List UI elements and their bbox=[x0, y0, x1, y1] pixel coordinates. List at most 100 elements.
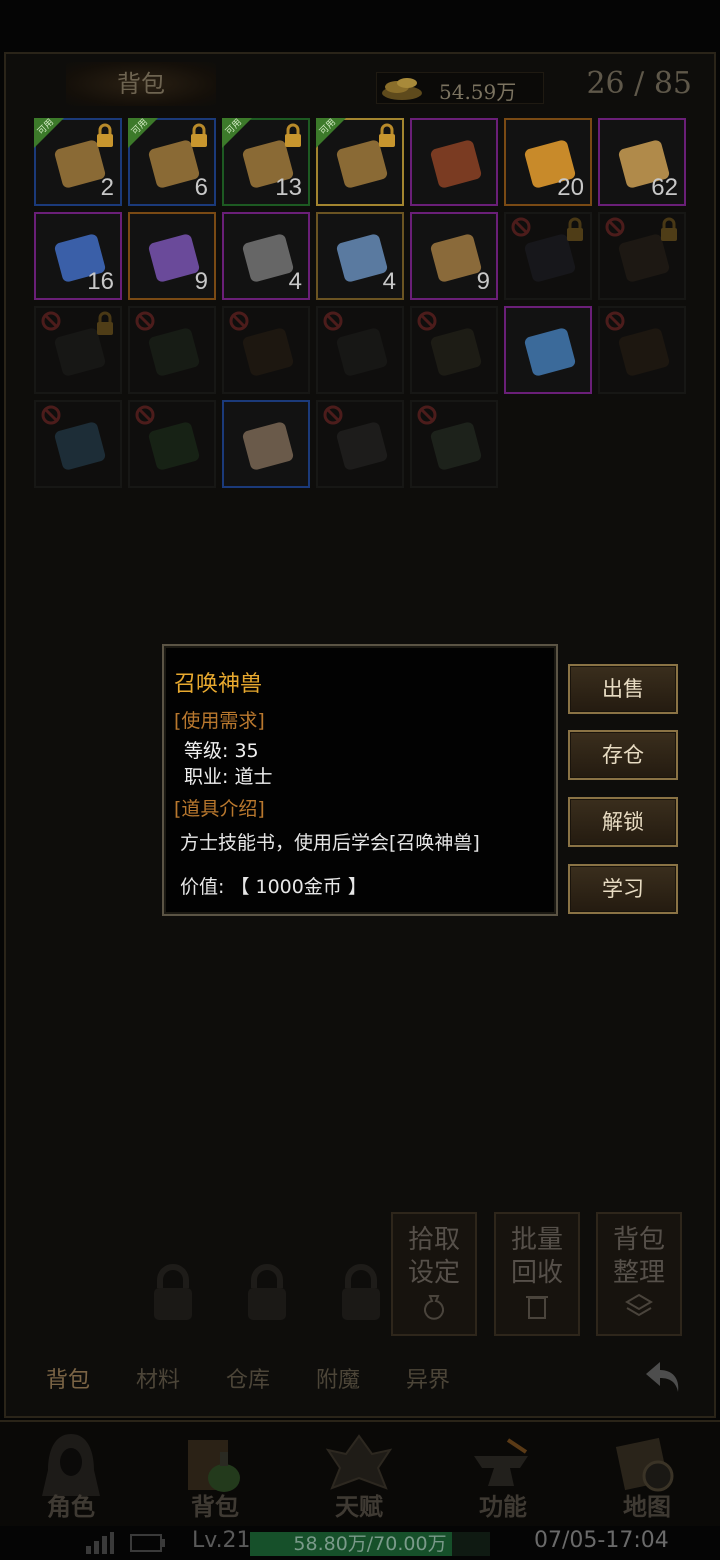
battery-icon bbox=[130, 1534, 165, 1552]
item-count: 20 bbox=[557, 174, 584, 201]
back-arrow-icon[interactable] bbox=[640, 1354, 688, 1402]
signal-icon bbox=[86, 1532, 114, 1554]
item-icon bbox=[430, 140, 482, 188]
inventory-slot[interactable]: 20 bbox=[504, 118, 592, 206]
inventory-slot[interactable] bbox=[34, 400, 122, 488]
sort-bag-label: 背包整理 bbox=[613, 1225, 666, 1288]
nav-map-label: 地图 bbox=[623, 1492, 671, 1521]
nav-bag-label: 背包 bbox=[191, 1492, 239, 1521]
nav-talent[interactable]: 天赋 bbox=[294, 1422, 424, 1526]
forbidden-icon bbox=[323, 405, 343, 425]
item-count: 4 bbox=[382, 268, 396, 295]
inventory-slot[interactable] bbox=[504, 212, 592, 300]
inventory-slot[interactable] bbox=[410, 118, 498, 206]
lock-icon bbox=[285, 123, 301, 147]
inventory-slot[interactable] bbox=[598, 212, 686, 300]
nav-bag[interactable]: 背包 bbox=[150, 1422, 280, 1526]
pickup-settings-button[interactable]: 拾取设定 bbox=[391, 1212, 477, 1336]
inventory-slot[interactable] bbox=[316, 400, 404, 488]
exp-text: 58.80万/70.00万 bbox=[293, 1533, 447, 1555]
subtab-materials[interactable]: 材料 bbox=[136, 1362, 180, 1394]
inventory-slot[interactable] bbox=[222, 306, 310, 394]
inventory-tab-title[interactable]: 背包 bbox=[66, 62, 216, 106]
usable-tag-icon: 可用 bbox=[128, 118, 158, 148]
item-tooltip: 召唤神兽 [使用需求] 等级: 35 职业: 道士 [道具介绍] 方士技能书，使… bbox=[162, 644, 558, 916]
lock-icon bbox=[97, 123, 113, 147]
forbidden-icon bbox=[135, 311, 155, 331]
usable-tag-icon: 可用 bbox=[222, 118, 252, 148]
gold-counter: 54.59万 bbox=[376, 72, 544, 104]
inventory-slot[interactable]: 可用 bbox=[316, 118, 404, 206]
gold-amount: 54.59万 bbox=[439, 80, 517, 104]
nav-character-label: 角色 bbox=[47, 1492, 95, 1521]
inventory-slot[interactable]: 可用 13 bbox=[222, 118, 310, 206]
nav-character[interactable]: 角色 bbox=[6, 1422, 136, 1526]
forbidden-icon bbox=[229, 311, 249, 331]
item-value: 价值: 【 1000金币 】 bbox=[180, 876, 367, 898]
nav-talent-label: 天赋 bbox=[335, 1492, 383, 1521]
inventory-slot[interactable]: 9 bbox=[128, 212, 216, 300]
item-count: 16 bbox=[87, 268, 114, 295]
trash-icon bbox=[526, 1296, 548, 1319]
lock-icon bbox=[97, 311, 113, 335]
item-name: 召唤神兽 bbox=[174, 672, 263, 697]
bag-icon bbox=[424, 1295, 444, 1320]
player-level: Lv.21 bbox=[192, 1528, 251, 1553]
status-bar: Lv.21 58.80万/70.00万 07/05-17:04 bbox=[0, 1526, 720, 1560]
lock-icon bbox=[661, 217, 677, 241]
requirement-job: 职业: 道士 bbox=[184, 766, 273, 788]
exp-bar: 58.80万/70.00万 bbox=[250, 1532, 490, 1556]
locked-slot-icon[interactable] bbox=[148, 1262, 198, 1324]
batch-recycle-button[interactable]: 批量回收 bbox=[494, 1212, 580, 1336]
inventory-slot[interactable] bbox=[128, 306, 216, 394]
inventory-slot[interactable] bbox=[316, 306, 404, 394]
inventory-slot[interactable] bbox=[34, 306, 122, 394]
subtab-bag[interactable]: 背包 bbox=[46, 1362, 90, 1394]
requirement-header: [使用需求] bbox=[174, 710, 265, 732]
learn-button[interactable]: 学习 bbox=[568, 864, 678, 914]
inventory-slot[interactable]: 4 bbox=[316, 212, 404, 300]
inventory-slot[interactable] bbox=[598, 306, 686, 394]
item-count: 13 bbox=[275, 174, 302, 201]
locked-slot-icon[interactable] bbox=[336, 1262, 386, 1324]
inventory-slot[interactable] bbox=[128, 400, 216, 488]
item-count: 2 bbox=[100, 174, 114, 201]
gold-coins-icon bbox=[382, 78, 422, 100]
subtab-otherworld[interactable]: 异界 bbox=[406, 1362, 450, 1394]
usable-tag-icon: 可用 bbox=[34, 118, 64, 148]
requirement-level: 等级: 35 bbox=[184, 740, 259, 762]
store-button[interactable]: 存仓 bbox=[568, 730, 678, 780]
forbidden-icon bbox=[323, 311, 343, 331]
inventory-slot[interactable]: 62 bbox=[598, 118, 686, 206]
nav-function-label: 功能 bbox=[479, 1492, 527, 1521]
locked-slot-icon[interactable] bbox=[242, 1262, 292, 1324]
inventory-slot[interactable] bbox=[410, 400, 498, 488]
inventory-slot[interactable] bbox=[410, 306, 498, 394]
subtab-enchant[interactable]: 附魔 bbox=[316, 1362, 360, 1394]
forbidden-icon bbox=[511, 217, 531, 237]
inventory-slot[interactable]: 9 bbox=[410, 212, 498, 300]
item-description: 方士技能书，使用后学会[召唤神兽] bbox=[180, 832, 480, 854]
intro-header: [道具介绍] bbox=[174, 798, 265, 820]
lock-icon bbox=[567, 217, 583, 241]
batch-recycle-label: 批量回收 bbox=[511, 1225, 564, 1288]
forbidden-icon bbox=[41, 405, 61, 425]
sell-button[interactable]: 出售 bbox=[568, 664, 678, 714]
inventory-slot[interactable]: 可用 2 bbox=[34, 118, 122, 206]
clock: 07/05-17:04 bbox=[534, 1528, 669, 1553]
unlock-button[interactable]: 解锁 bbox=[568, 797, 678, 847]
inventory-slot[interactable]: 4 bbox=[222, 212, 310, 300]
forbidden-icon bbox=[41, 311, 61, 331]
nav-map[interactable]: 地图 bbox=[582, 1422, 712, 1526]
nav-function[interactable]: 功能 bbox=[438, 1422, 568, 1526]
inventory-slot[interactable] bbox=[222, 400, 310, 488]
forbidden-icon bbox=[417, 311, 437, 331]
inventory-slot[interactable]: 16 bbox=[34, 212, 122, 300]
lock-icon bbox=[191, 123, 207, 147]
inventory-slot[interactable] bbox=[504, 306, 592, 394]
subtab-warehouse[interactable]: 仓库 bbox=[226, 1362, 270, 1394]
inventory-slot[interactable]: 可用 6 bbox=[128, 118, 216, 206]
item-count: 4 bbox=[288, 268, 302, 295]
sort-bag-button[interactable]: 背包整理 bbox=[596, 1212, 682, 1336]
forbidden-icon bbox=[135, 405, 155, 425]
